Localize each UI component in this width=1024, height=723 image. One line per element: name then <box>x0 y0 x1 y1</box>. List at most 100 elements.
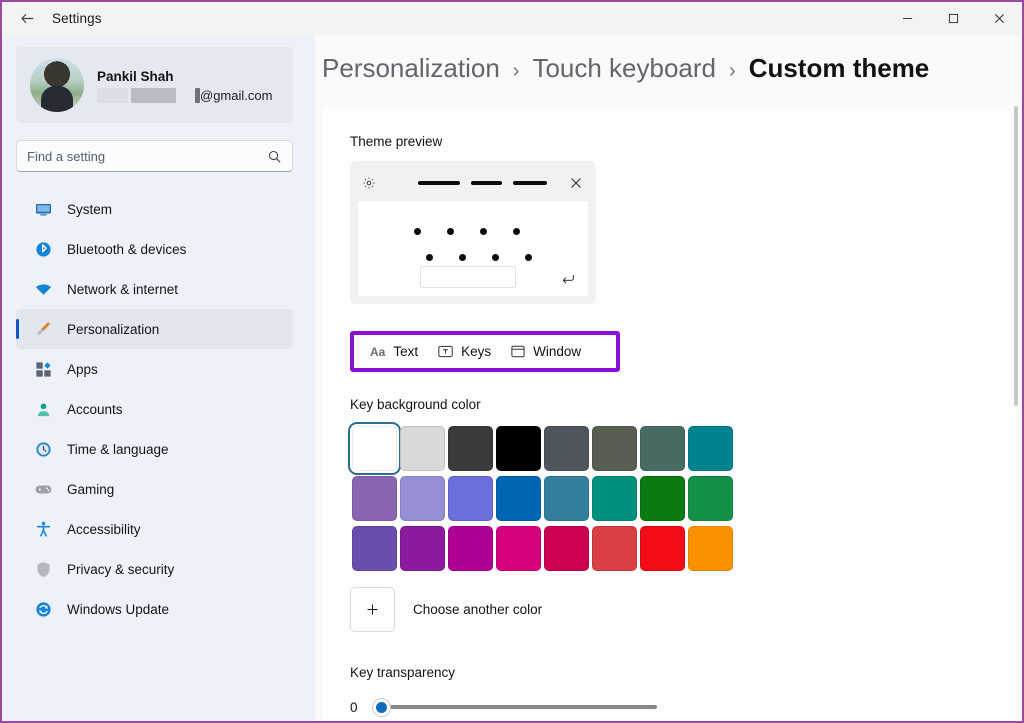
search-box[interactable] <box>16 140 293 172</box>
apps-icon <box>32 358 54 380</box>
sidebar-item-label: Personalization <box>67 321 160 337</box>
shield-icon <box>32 558 54 580</box>
sidebar-item-label: Network & internet <box>67 281 179 297</box>
tab-text[interactable]: Aa Text <box>360 337 428 366</box>
preview-key-dot <box>492 254 499 261</box>
color-swatch[interactable] <box>446 524 494 573</box>
back-button[interactable] <box>8 4 46 34</box>
color-swatch-chip <box>351 526 397 571</box>
color-swatch[interactable] <box>398 424 446 473</box>
account-name: Pankil Shah <box>97 68 174 84</box>
search-icon <box>267 149 282 164</box>
color-swatch-chip <box>399 476 445 521</box>
preview-key-row <box>414 228 550 235</box>
color-swatch-chip <box>639 426 685 471</box>
color-swatch-chip <box>591 426 637 471</box>
color-swatch[interactable] <box>590 524 638 573</box>
color-swatch[interactable] <box>686 424 734 473</box>
sidebar-item-label: System <box>67 201 113 217</box>
sidebar-item-accounts[interactable]: Accounts <box>16 389 293 429</box>
sidebar-item-network-internet[interactable]: Network & internet <box>16 269 293 309</box>
key-transparency-slider[interactable] <box>372 697 657 717</box>
color-swatch[interactable] <box>590 474 638 523</box>
color-swatch-selected[interactable] <box>350 424 398 473</box>
breadcrumb-parent[interactable]: Touch keyboard <box>532 53 716 84</box>
color-swatch[interactable] <box>638 474 686 523</box>
preview-spacebar <box>420 266 516 288</box>
color-swatch[interactable] <box>446 424 494 473</box>
color-swatch[interactable] <box>398 524 446 573</box>
preview-title-bar <box>358 169 588 197</box>
paintbrush-icon <box>32 318 54 340</box>
sidebar-item-time-language[interactable]: Time & language <box>16 429 293 469</box>
color-swatch[interactable] <box>542 474 590 523</box>
breadcrumb-separator: › <box>729 60 736 82</box>
wifi-icon <box>32 278 54 300</box>
color-swatch-chip <box>495 526 541 571</box>
tab-label: Window <box>533 344 582 359</box>
settings-panel: Theme preview Aa Text Keys Window Key ba… <box>322 106 1017 721</box>
sidebar-item-personalization[interactable]: Personalization <box>16 309 293 349</box>
gamepad-icon <box>32 478 54 500</box>
color-swatch-grid <box>350 424 738 573</box>
color-swatch-chip <box>543 476 589 521</box>
color-swatch-chip <box>687 426 733 471</box>
close-button[interactable] <box>976 2 1022 35</box>
color-swatch[interactable] <box>350 524 398 573</box>
color-swatch[interactable] <box>686 474 734 523</box>
sidebar: Pankil Shah @gmail.com System Bluetooth &… <box>2 35 307 721</box>
maximize-button[interactable] <box>930 2 976 35</box>
breadcrumb: Personalization › Touch keyboard › Custo… <box>322 53 929 84</box>
color-swatch[interactable] <box>542 424 590 473</box>
color-swatch-chip <box>687 476 733 521</box>
preview-key-dot <box>513 228 520 235</box>
key-transparency-slider-row: 0 <box>350 697 1017 717</box>
scrollbar-thumb[interactable] <box>1014 106 1018 406</box>
sidebar-item-privacy-security[interactable]: Privacy & security <box>16 549 293 589</box>
tab-window[interactable]: Window <box>501 337 591 366</box>
color-swatch[interactable] <box>494 424 542 473</box>
minimize-button[interactable] <box>884 2 930 35</box>
bluetooth-icon <box>32 238 54 260</box>
color-swatch[interactable] <box>686 524 734 573</box>
sidebar-item-gaming[interactable]: Gaming <box>16 469 293 509</box>
tab-strip-highlight: Aa Text Keys Window <box>350 331 620 372</box>
color-swatch[interactable] <box>638 524 686 573</box>
title-bar: Settings <box>2 2 1022 35</box>
preview-key-dot <box>426 254 433 261</box>
color-swatch-chip <box>543 526 589 571</box>
color-swatch-chip <box>447 476 493 521</box>
color-swatch-chip <box>351 476 397 521</box>
tab-keys[interactable]: Keys <box>428 337 501 366</box>
color-swatch[interactable] <box>446 474 494 523</box>
sidebar-item-label: Windows Update <box>67 601 170 617</box>
enter-key-icon <box>560 271 576 287</box>
color-swatch[interactable] <box>494 474 542 523</box>
sidebar-item-system[interactable]: System <box>16 189 293 229</box>
search-input[interactable] <box>27 148 267 164</box>
sidebar-item-bluetooth-devices[interactable]: Bluetooth & devices <box>16 229 293 269</box>
theme-preview <box>350 161 596 304</box>
color-swatch[interactable] <box>590 424 638 473</box>
sidebar-item-windows-update[interactable]: Windows Update <box>16 589 293 629</box>
sidebar-item-accessibility[interactable]: Accessibility <box>16 509 293 549</box>
color-swatch[interactable] <box>542 524 590 573</box>
color-swatch[interactable] <box>398 474 446 523</box>
account-email: @gmail.com <box>97 87 272 103</box>
color-swatch-chip <box>687 526 733 571</box>
color-swatch[interactable] <box>494 524 542 573</box>
choose-another-color-button[interactable] <box>350 587 395 632</box>
suggestion-bar <box>418 181 460 185</box>
preview-key-dot-clipped <box>546 228 550 235</box>
window-controls <box>884 2 1022 35</box>
color-swatch-chip <box>447 526 493 571</box>
account-card[interactable]: Pankil Shah @gmail.com <box>16 47 293 123</box>
slider-thumb[interactable] <box>372 697 391 717</box>
color-swatch[interactable] <box>638 424 686 473</box>
breadcrumb-root[interactable]: Personalization <box>322 53 500 84</box>
color-swatch[interactable] <box>350 474 398 523</box>
content-scrollbar[interactable] <box>1012 106 1020 721</box>
settings-window: Settings Pankil Shah @gmail.com Find a s… <box>0 0 1024 723</box>
breadcrumb-current: Custom theme <box>748 53 930 83</box>
sidebar-item-apps[interactable]: Apps <box>16 349 293 389</box>
